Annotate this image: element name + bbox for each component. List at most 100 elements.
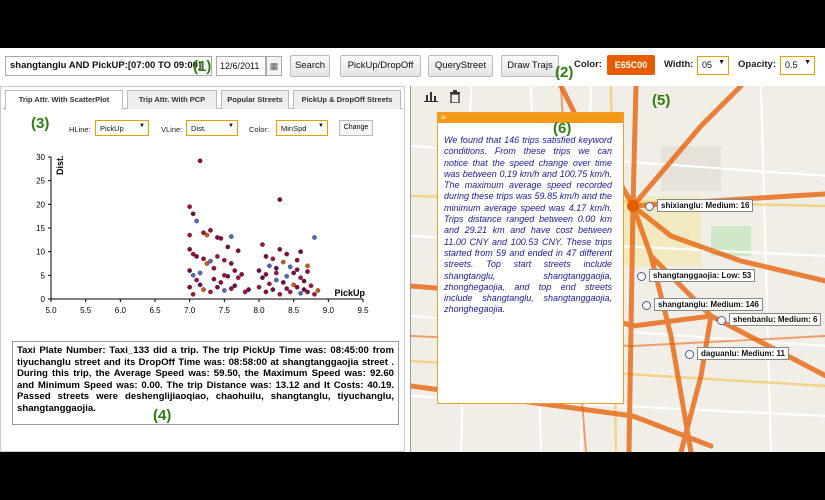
data-point — [211, 265, 217, 271]
width-select[interactable]: 05 ▼ — [697, 56, 729, 75]
x-axis-label: PickUp — [334, 288, 365, 298]
data-point — [298, 290, 303, 296]
color-by-select[interactable]: MinSpd ▼ — [276, 120, 328, 136]
data-point — [190, 291, 196, 297]
data-point — [263, 289, 269, 295]
street-marker[interactable] — [717, 316, 726, 325]
data-point — [308, 283, 314, 289]
data-point — [260, 275, 265, 281]
hline-select[interactable]: PickUp ▼ — [95, 120, 149, 136]
bar-chart-icon[interactable] — [423, 90, 439, 104]
query-street-button[interactable]: QueryStreet — [428, 55, 493, 77]
data-point — [232, 268, 238, 273]
data-point — [267, 263, 272, 269]
street-label-shixianglu[interactable]: shixianglu: Medium: 16 — [657, 199, 754, 212]
data-point — [277, 291, 283, 297]
data-point — [208, 258, 213, 264]
street-marker[interactable] — [642, 301, 651, 310]
data-point — [208, 228, 213, 233]
x-tick-label: 7.0 — [184, 306, 196, 315]
data-point — [305, 263, 310, 269]
data-point — [211, 276, 217, 282]
x-tick-label: 5.0 — [45, 306, 57, 315]
data-point — [218, 280, 224, 285]
data-point — [273, 270, 279, 276]
x-tick-label: 8.5 — [288, 306, 300, 315]
y-tick-label: 0 — [41, 295, 46, 304]
chevron-down-icon: ▼ — [804, 59, 811, 66]
data-point — [312, 291, 317, 297]
x-tick-label: 9.0 — [323, 306, 335, 315]
y-tick-label: 25 — [36, 177, 45, 186]
data-point — [280, 280, 286, 285]
data-point — [225, 244, 231, 250]
data-point — [294, 257, 300, 263]
x-tick-label: 9.5 — [357, 306, 369, 315]
data-point — [305, 289, 310, 295]
search-button[interactable]: Search — [290, 55, 330, 77]
data-point — [194, 277, 199, 283]
draw-trajs-button[interactable]: Draw Trajs — [501, 55, 559, 77]
street-marker[interactable] — [685, 350, 694, 359]
data-point — [208, 289, 213, 295]
street-label-daguanlu[interactable]: daguanlu: Medium: 11 — [697, 347, 790, 360]
data-point — [204, 232, 210, 238]
x-tick-label: 6.5 — [149, 306, 161, 315]
data-point — [284, 286, 290, 291]
color-picker[interactable]: E65C00 — [607, 55, 655, 75]
change-button[interactable]: Change — [339, 120, 373, 136]
data-point — [294, 267, 300, 273]
pickup-dropoff-button[interactable]: PickUp/DropOff — [340, 55, 421, 77]
data-point — [221, 272, 227, 278]
y-tick-label: 20 — [36, 200, 45, 209]
chevron-down-icon: ▼ — [139, 123, 145, 129]
data-point — [277, 197, 283, 202]
color-by-value: MinSpd — [281, 124, 307, 133]
opacity-value: 0.5 — [785, 60, 798, 70]
trip-info-box[interactable]: Taxi Plate Number: Taxi_133 did a trip. … — [12, 341, 399, 425]
street-label-shangtanglu[interactable]: shangtanglu: Medium: 146 — [654, 298, 763, 311]
data-point — [270, 287, 276, 292]
data-point — [221, 257, 227, 263]
data-point — [218, 236, 224, 241]
scatter-plot[interactable]: 5.0 5.5 6.0 6.5 7.0 7.5 8.0 8.5 9.0 9.5 0 5 10 15 20 25… — [21, 149, 381, 329]
tab-popular-streets[interactable]: Popular Streets — [221, 90, 289, 109]
street-marker[interactable] — [637, 272, 646, 281]
data-point — [263, 254, 269, 259]
data-point — [294, 284, 300, 290]
tab-pickup-dropoff-streets[interactable]: PickUp & DropOff Streets — [293, 90, 401, 109]
vline-value: Dist. — [191, 124, 206, 133]
opacity-label: Opacity: — [738, 59, 777, 70]
popup-header[interactable]: ≡ — [438, 113, 623, 123]
menu-icon[interactable]: ≡ — [441, 113, 446, 123]
street-label-shenbanlu[interactable]: shenbanlu: Medium: 6 — [729, 313, 822, 326]
data-point — [246, 287, 251, 292]
vline-label: VLine: — [161, 125, 183, 134]
data-point — [201, 287, 206, 292]
data-point — [277, 246, 283, 252]
data-point — [301, 278, 307, 284]
query-input[interactable]: shangtanglu AND PickUP:[07:00 TO 09:00] — [5, 56, 212, 76]
vline-select[interactable]: Dist. ▼ — [186, 120, 238, 136]
calendar-icon[interactable]: ▦ — [266, 56, 282, 76]
tab-scatterplot[interactable]: Trip Attr. With ScatterPlot — [5, 90, 123, 110]
date-input[interactable]: 12/6/2011 — [216, 56, 266, 76]
y-tick-label: 15 — [36, 224, 45, 233]
tab-pcp[interactable]: Trip Attr. With PCP — [127, 90, 217, 109]
map-panel[interactable]: (5) ≡ We found that 146 trips satisfied … — [410, 86, 825, 452]
data-point — [273, 277, 279, 283]
data-point — [187, 246, 193, 252]
data-point — [232, 283, 238, 289]
trash-icon[interactable] — [447, 90, 463, 104]
data-point — [284, 251, 290, 257]
summary-popup[interactable]: ≡ We found that 146 trips satisfied keyw… — [437, 112, 624, 404]
width-label: Width: — [664, 59, 694, 70]
popup-summary-text: We found that 146 trips satisfied keywor… — [444, 135, 612, 315]
color-by-label: Color: — [249, 125, 270, 134]
street-label-shangtanggaojia[interactable]: shangtanggaojia: Low: 53 — [649, 269, 756, 282]
toolbar: shangtanglu AND PickUP:[07:00 TO 09:00] … — [0, 48, 825, 84]
opacity-select[interactable]: 0.5 ▼ — [780, 56, 815, 75]
hline-value: PickUp — [100, 124, 124, 133]
street-marker[interactable] — [645, 202, 654, 211]
data-point — [291, 270, 297, 276]
